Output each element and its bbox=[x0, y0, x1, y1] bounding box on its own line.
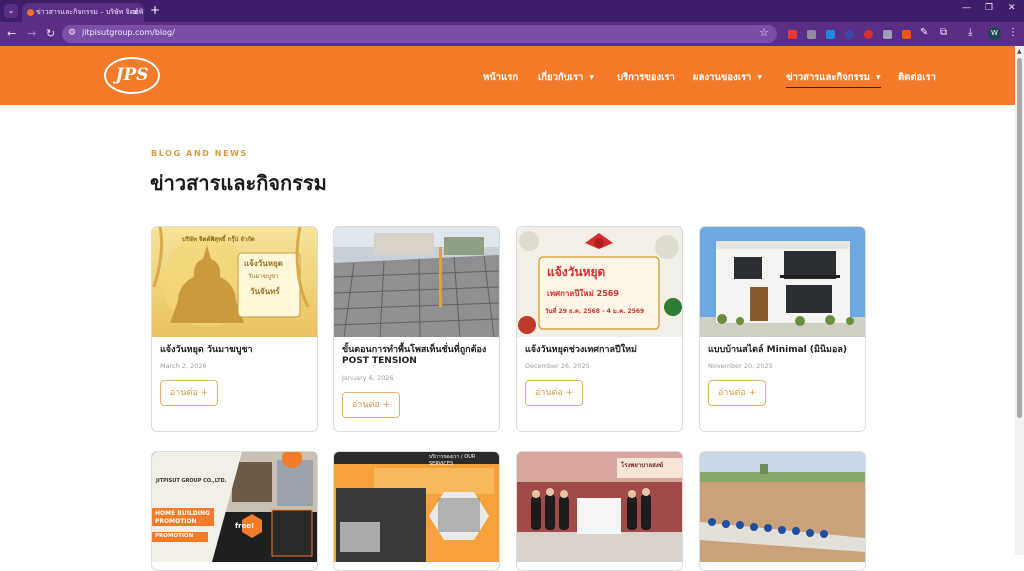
chevron-down-icon: ▼ bbox=[875, 74, 881, 81]
extension-icon[interactable] bbox=[788, 30, 797, 39]
close-tab-icon[interactable]: ✕ bbox=[132, 3, 139, 22]
nav-home[interactable]: หน้าแรก bbox=[483, 70, 518, 85]
browser-chrome: ⌄ ข่าวสารและกิจกรรม – บริษัท จิตต์พิ… ✕ … bbox=[0, 0, 1024, 46]
read-more-button[interactable]: อ่านต่อ + bbox=[342, 392, 400, 418]
extensions-puzzle-icon[interactable]: ⧉ bbox=[940, 27, 947, 38]
new-tab-button[interactable]: + bbox=[150, 3, 160, 17]
post-thumbnail[interactable]: บริการของเรา / OUR SERVICES bbox=[334, 452, 499, 562]
post-thumbnail[interactable]: JITPISUT GROUP CO.,LTD. HOME BUILDING PR… bbox=[152, 452, 317, 562]
address-url: jitpisutgroup.com/blog/ bbox=[82, 28, 175, 37]
post-date: January 6, 2026 bbox=[342, 374, 394, 382]
read-more-button[interactable]: อ่านต่อ + bbox=[525, 380, 583, 406]
post-thumbnail[interactable]: แจ้งวันหยุด เทศกาลปีใหม่ 2569 วันที่ 29 … bbox=[517, 227, 682, 337]
reload-icon[interactable]: ↻ bbox=[46, 27, 55, 40]
extension-icon[interactable] bbox=[826, 30, 835, 39]
site-info-icon[interactable]: ⚙ bbox=[68, 28, 76, 38]
post-title[interactable]: แจ้งวันหยุด วันมาฆบูชา bbox=[160, 345, 310, 356]
download-icon[interactable]: ⤓ bbox=[968, 27, 972, 38]
nav-news[interactable]: ข่าวสารและกิจกรรม ▼ bbox=[786, 70, 881, 88]
post-date: November 20, 2025 bbox=[708, 362, 773, 370]
section-eyebrow: BLOG AND NEWS bbox=[151, 149, 248, 158]
blog-card[interactable]: แจ้งวันหยุด เทศกาลปีใหม่ 2569 วันที่ 29 … bbox=[516, 226, 683, 432]
scrollbar-thumb[interactable] bbox=[1017, 58, 1022, 418]
forward-icon[interactable]: → bbox=[27, 27, 36, 40]
extension-icon[interactable] bbox=[807, 30, 816, 39]
tab-title: ข่าวสารและกิจกรรม – บริษัท จิตต์พิ… bbox=[36, 8, 144, 16]
chevron-down-icon: ▼ bbox=[589, 74, 594, 81]
blog-card[interactable]: แบบบ้านสไตล์ Minimal (มินิมอล) November … bbox=[699, 226, 866, 432]
tab-search-button[interactable]: ⌄ bbox=[4, 4, 18, 18]
back-icon[interactable]: ← bbox=[7, 27, 16, 40]
bookmark-star-icon[interactable]: ☆ bbox=[759, 26, 769, 39]
post-thumbnail[interactable] bbox=[700, 452, 865, 562]
scroll-up-icon[interactable]: ▲ bbox=[1017, 48, 1022, 55]
post-thumbnail[interactable] bbox=[700, 227, 865, 337]
close-window-icon[interactable]: ✕ bbox=[1008, 3, 1016, 13]
post-title[interactable]: ขั้นตอนการทำพื้นโพสเท็นชั่นที่ถูกต้อง PO… bbox=[342, 345, 492, 367]
page-scrollbar[interactable]: ▲ bbox=[1015, 46, 1024, 555]
address-bar[interactable]: ⚙ jitpisutgroup.com/blog/ ☆ bbox=[62, 25, 777, 43]
nav-contact[interactable]: ติดต่อเรา bbox=[898, 70, 936, 85]
extension-icon[interactable] bbox=[864, 30, 873, 39]
page-title: ข่าวสารและกิจกรรม bbox=[150, 171, 327, 195]
nav-about[interactable]: เกี่ยวกับเรา ▼ bbox=[538, 70, 594, 85]
toolbar: ← → ↻ ⚙ jitpisutgroup.com/blog/ ☆ ✎ ⧉ ⤓ … bbox=[0, 22, 1024, 46]
read-more-button[interactable]: อ่านต่อ + bbox=[160, 380, 218, 406]
blog-card[interactable]: บริการของเรา / OUR SERVICES bbox=[333, 451, 500, 571]
blog-card[interactable] bbox=[699, 451, 866, 571]
post-title[interactable]: แบบบ้านสไตล์ Minimal (มินิมอล) bbox=[708, 345, 858, 356]
profile-avatar[interactable]: W bbox=[988, 27, 1001, 40]
post-thumbnail[interactable]: โรงพยาบาลสงฆ์ bbox=[517, 452, 682, 562]
post-thumbnail[interactable]: บริษัท จิตต์พิสุทธิ์ กรุ๊ป จำกัด แจ้งวัน… bbox=[152, 227, 317, 337]
blog-card[interactable]: โรงพยาบาลสงฆ์ bbox=[516, 451, 683, 571]
tab-bar: ⌄ ข่าวสารและกิจกรรม – บริษัท จิตต์พิ… ✕ … bbox=[0, 0, 1024, 22]
extension-icon[interactable] bbox=[883, 30, 892, 39]
browser-menu-icon[interactable]: ⋮ bbox=[1008, 27, 1018, 38]
blog-card[interactable]: ขั้นตอนการทำพื้นโพสเท็นชั่นที่ถูกต้อง PO… bbox=[333, 226, 500, 432]
read-more-button[interactable]: อ่านต่อ + bbox=[708, 380, 766, 406]
nav-services[interactable]: บริการของเรา bbox=[617, 70, 675, 85]
site-header: JPS หน้าแรก เกี่ยวกับเรา ▼ บริการของเรา ผ… bbox=[0, 46, 1015, 105]
restore-icon[interactable]: ❐ bbox=[985, 3, 993, 13]
blog-card[interactable]: JITPISUT GROUP CO.,LTD. HOME BUILDING PR… bbox=[151, 451, 318, 571]
blog-card[interactable]: บริษัท จิตต์พิสุทธิ์ กรุ๊ป จำกัด แจ้งวัน… bbox=[151, 226, 318, 432]
post-title[interactable]: แจ้งวันหยุดช่วงเทศกาลปีใหม่ bbox=[525, 345, 675, 356]
extension-icon[interactable] bbox=[845, 30, 854, 39]
browser-tab-active[interactable]: ข่าวสารและกิจกรรม – บริษัท จิตต์พิ… ✕ bbox=[22, 3, 144, 22]
chevron-down-icon: ▼ bbox=[757, 74, 763, 81]
post-thumbnail[interactable] bbox=[334, 227, 499, 337]
extension-icon[interactable] bbox=[902, 30, 911, 39]
site-favicon-icon bbox=[27, 9, 34, 16]
nav-portfolio[interactable]: ผลงานของเรา ▼ bbox=[693, 70, 762, 85]
post-date: March 2, 2026 bbox=[160, 362, 207, 370]
minimize-icon[interactable]: — bbox=[962, 3, 971, 13]
post-date: December 26, 2025 bbox=[525, 362, 590, 370]
pen-icon[interactable]: ✎ bbox=[920, 27, 928, 38]
site-logo[interactable]: JPS bbox=[104, 57, 160, 94]
